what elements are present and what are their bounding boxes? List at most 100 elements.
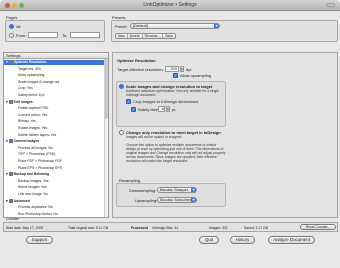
downsampling-popup[interactable]: Bicubic Sharper ▾ <box>157 187 197 193</box>
counter-group-label: Counter <box>6 217 19 221</box>
safety-bleed-stepper[interactable]: ▴ ▾ <box>166 106 170 112</box>
upsampling-label: Upsampling: <box>135 198 158 203</box>
change-option-radio[interactable] <box>119 130 124 135</box>
settings-item[interactable]: Crop: Yes <box>4 86 108 91</box>
total-original-size: Total original size: 5.11 GB <box>68 226 109 230</box>
settings-item[interactable]: Place PDF > Photoshop PDF <box>4 159 108 164</box>
settings-category[interactable]: ▾ Advanced <box>4 199 108 204</box>
pages-all-label: All <box>16 24 21 29</box>
settings-item-label: Crop: Yes <box>18 86 33 91</box>
quit-button[interactable]: Quit <box>199 236 219 244</box>
target-resolution-field[interactable]: 300 <box>165 66 179 72</box>
allow-upsampling-checkbox[interactable]: ✓ <box>173 73 178 78</box>
settings-item[interactable]: Safety bleed: 6 pt <box>4 93 108 98</box>
settings-item-label: Delete hidden layers: Yes <box>18 132 57 137</box>
pages-all-radio[interactable] <box>9 24 14 29</box>
settings-item[interactable]: Rotate images: Yes <box>4 126 108 131</box>
settings-item[interactable]: Process all images: No <box>4 146 108 151</box>
settings-item-label: Process duplicates: No <box>18 205 53 210</box>
settings-item[interactable]: Link new image: No <box>4 192 108 197</box>
category-enabled-checkbox[interactable] <box>8 139 13 144</box>
pages-from-radio[interactable] <box>9 33 14 38</box>
history-button[interactable]: History <box>230 236 255 244</box>
settings-tree-scrollbar[interactable] <box>104 59 108 217</box>
settings-item-label: Place EPS > Photoshop EPS <box>18 165 63 170</box>
target-resolution-stepper[interactable]: ▴ ▾ <box>180 66 184 72</box>
settings-item[interactable]: Relink images: Yes <box>4 185 108 190</box>
category-enabled-checkbox[interactable] <box>8 172 13 177</box>
start-date: Start date: May 17, 2009 <box>6 226 44 230</box>
preset-popup-value: [Default] <box>133 23 148 28</box>
settings-item[interactable]: Process duplicates: No <box>4 205 108 210</box>
settings-item-label: Flatten layered PSD <box>18 106 49 111</box>
settings-item-label: Link new image: No <box>18 192 48 196</box>
counter-box: Start date: May 17, 2009 Total original … <box>3 222 338 232</box>
pages-from-field[interactable] <box>28 32 58 38</box>
settings-item-label: Convert colors: Yes <box>18 112 48 117</box>
settings-category[interactable]: ▾ Backup and Relinking <box>4 172 108 177</box>
safety-bleed-unit: pt <box>172 107 176 112</box>
settings-item-label: Run Photoshop Action: No <box>18 211 58 216</box>
chevron-down-icon: ▾ <box>214 23 219 28</box>
preset-rename-button[interactable]: Rename... <box>143 34 164 38</box>
settings-item[interactable]: TIFF > Photoshop (PSD) <box>4 152 108 157</box>
settings-item-label: Optimize Resolution <box>13 60 47 64</box>
reset-counter-button[interactable]: Reset Counter... <box>300 224 336 230</box>
settings-item-label: Advanced <box>13 198 30 203</box>
support-button[interactable]: Support <box>26 236 53 244</box>
settings-item[interactable]: Run Photoshop Action: No <box>4 212 108 217</box>
settings-item[interactable]: Backup images: Yes <box>4 179 108 184</box>
settings-item[interactable]: Delete hidden layers: Yes <box>4 133 108 138</box>
scrollbar-thumb[interactable] <box>105 59 108 119</box>
target-resolution-label: Target effective resolution: <box>117 67 164 72</box>
crop-images-label: Crop images to InDesign dimensions <box>133 99 199 104</box>
settings-item-label: Scale images & change res <box>18 79 60 84</box>
settings-item-label: Bitmap: Yes <box>18 119 36 124</box>
settings-item[interactable]: Flatten layered PSD <box>4 106 108 111</box>
settings-item-label: Target res: 300 <box>18 66 41 71</box>
preset-save-button[interactable]: Save <box>163 34 175 38</box>
chevron-down-icon: ▾ <box>191 197 196 202</box>
settings-item[interactable]: Target res: 300 <box>4 67 108 72</box>
pages-to-label: To: <box>62 33 68 38</box>
upsampling-popup[interactable]: Bicubic Smoother ▾ <box>157 197 197 203</box>
crop-images-checkbox[interactable]: ✓ <box>126 99 131 104</box>
resampling-box: Downsampling: Bicubic Sharper ▾ Upsampli… <box>116 183 226 207</box>
target-resolution-unit: dpi <box>186 67 192 72</box>
window-title: LinkOptimizer • Settings <box>143 2 197 8</box>
scale-option-radio[interactable] <box>119 84 124 89</box>
settings-item-label: Relink images: Yes <box>18 185 47 190</box>
toolbar-toggle-button[interactable] <box>326 3 335 7</box>
processed-label: Processed <box>131 226 149 230</box>
title-bar[interactable]: LinkOptimizer • Settings <box>0 0 340 11</box>
analyze-document-button[interactable]: Analyze Document <box>268 236 315 244</box>
change-option-description-2: Choose this option to optimize multiple … <box>126 143 226 163</box>
settings-item[interactable]: Scale images & change res <box>4 80 108 85</box>
settings-window: LinkOptimizer • Settings Pages All From:… <box>0 0 340 268</box>
preset-popup[interactable]: [Default] ▾ <box>130 23 220 29</box>
settings-item[interactable]: Allow upsampling <box>4 73 108 78</box>
settings-item[interactable]: Place EPS > Photoshop EPS <box>4 166 108 171</box>
settings-item-label: Edit Images <box>13 99 33 104</box>
settings-tree-header: Settings <box>4 53 108 59</box>
images-count: Images: 332 <box>209 226 228 230</box>
category-enabled-checkbox[interactable] <box>8 198 13 203</box>
settings-item-label: Backup images: Yes <box>18 178 49 183</box>
scale-option-description: Achieves maximum optimization. Not only … <box>126 89 219 97</box>
category-enabled-checkbox[interactable] <box>8 99 13 104</box>
pages-to-field[interactable] <box>70 32 100 38</box>
settings-category[interactable]: ▾ Edit Images <box>4 100 108 105</box>
settings-category[interactable]: ▾ Convert Images <box>4 139 108 144</box>
settings-category[interactable]: ▾ Optimize Resolution <box>4 60 108 65</box>
preset-actions: New Delete Rename... Save <box>115 33 176 39</box>
indesign-files-count: InDesign files: 44 <box>152 226 179 230</box>
preset-delete-button[interactable]: Delete <box>128 34 143 38</box>
settings-item[interactable]: Bitmap: Yes <box>4 119 108 124</box>
preset-new-button[interactable]: New <box>116 34 128 38</box>
safety-bleed-field[interactable]: 6 <box>158 106 165 112</box>
settings-item-label: Convert Images <box>13 139 40 144</box>
safety-bleed-checkbox[interactable]: ✓ <box>131 107 136 112</box>
category-enabled-checkbox[interactable] <box>8 60 13 65</box>
settings-item[interactable]: Convert colors: Yes <box>4 113 108 118</box>
preset-label: Preset: <box>115 24 128 29</box>
